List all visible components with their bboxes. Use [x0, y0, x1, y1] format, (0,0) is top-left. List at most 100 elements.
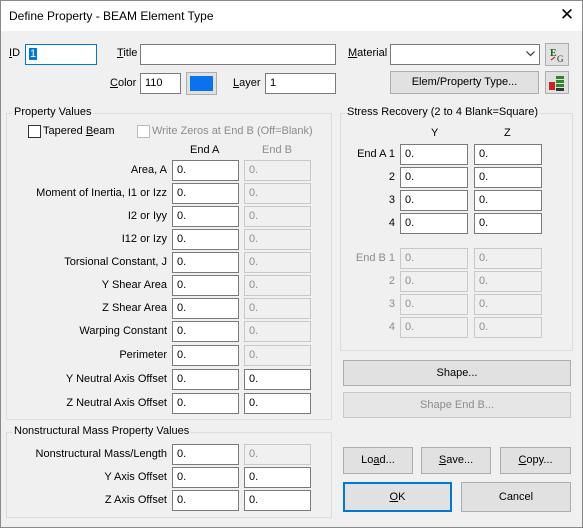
end-a-field[interactable]: 0. [172, 160, 239, 181]
end-a-field[interactable]: 0. [172, 444, 239, 465]
end-b-field[interactable]: 0. [244, 490, 311, 511]
end-a-field[interactable]: 0. [172, 490, 239, 511]
id-field[interactable]: 1 [25, 44, 97, 65]
color-swatch [190, 76, 213, 91]
tapered-beam-label: Tapered Beam [43, 125, 115, 137]
write-zeros-label: Write Zeros at End B (Off=Blank) [152, 125, 313, 137]
save-button[interactable]: Save... [421, 447, 491, 474]
end-b-field[interactable]: 0. [244, 275, 311, 296]
nonstructural-label: Y Axis Offset [104, 471, 167, 483]
stress-y-field[interactable]: 0. [400, 167, 468, 188]
end-b-field[interactable]: 0. [244, 252, 311, 273]
stress-z-field[interactable]: 0. [474, 167, 542, 188]
cancel-button[interactable]: Cancel [461, 482, 571, 512]
end-a-field[interactable]: 0. [172, 229, 239, 250]
stress-z-field[interactable]: 0. [474, 317, 542, 338]
end-b-field[interactable]: 0. [244, 467, 311, 488]
copy-button[interactable]: Copy... [500, 447, 571, 474]
end-a-point-label: End A 1 [357, 148, 395, 160]
property-label: Z Shear Area [102, 302, 167, 314]
property-label: Moment of Inertia, I1 or Izz [36, 187, 167, 199]
end-a-point-label: 2 [388, 171, 395, 183]
stress-y-field[interactable]: 0. [400, 144, 468, 165]
nonstructural-label: Nonstructural Mass/Length [35, 448, 167, 460]
end-a-field[interactable]: 0. [172, 252, 239, 273]
stress-z-field[interactable]: 0. [474, 190, 542, 211]
shape-end-b-button[interactable]: Shape End B... [343, 392, 571, 418]
stress-y-field[interactable]: 0. [400, 190, 468, 211]
id-label: ID [9, 47, 21, 59]
end-a-field[interactable]: 0. [172, 206, 239, 227]
stress-y-field[interactable]: 0. [400, 213, 468, 234]
equation-button[interactable]: E G [545, 43, 569, 66]
stress-y-field[interactable]: 0. [400, 317, 468, 338]
property-label: Warping Constant [79, 325, 167, 337]
stress-z-field[interactable]: 0. [474, 213, 542, 234]
stress-z-field[interactable]: 0. [474, 271, 542, 292]
chevron-down-icon [526, 51, 535, 57]
end-a-field[interactable]: 0. [172, 183, 239, 204]
stress-y-field[interactable]: 0. [400, 248, 468, 269]
property-grid-button[interactable] [545, 71, 569, 94]
property-label: I12 or Izy [121, 233, 167, 245]
property-grid-icon [549, 76, 564, 91]
end-b-field[interactable]: 0. [244, 393, 311, 414]
end-b-point-label: 4 [388, 321, 395, 333]
stress-z-field[interactable]: 0. [474, 294, 542, 315]
material-select[interactable] [390, 44, 540, 65]
window-title: Define Property - BEAM Element Type [9, 9, 214, 23]
property-label: Y Shear Area [101, 279, 167, 291]
stress-z-field[interactable]: 0. [474, 248, 542, 269]
nonstructural-label: Z Axis Offset [104, 494, 167, 506]
close-icon[interactable]: ✕ [555, 4, 579, 26]
stress-y-field[interactable]: 0. [400, 271, 468, 292]
end-a-field[interactable]: 0. [172, 275, 239, 296]
end-a-field[interactable]: 0. [172, 369, 239, 390]
end-b-field[interactable]: 0. [244, 206, 311, 227]
property-label: Z Neutral Axis Offset [66, 397, 167, 409]
end-a-field[interactable]: 0. [172, 345, 239, 366]
end-a-field[interactable]: 0. [172, 321, 239, 342]
property-values-title: Property Values [12, 106, 94, 118]
z-column-header: Z [504, 127, 511, 139]
property-label: I2 or Iyy [127, 210, 167, 222]
title-label: Title [117, 47, 138, 59]
color-label: Color [110, 77, 137, 89]
end-b-field[interactable]: 0. [244, 183, 311, 204]
svg-text:G: G [557, 54, 564, 64]
end-b-field[interactable]: 0. [244, 298, 311, 319]
load-button[interactable]: Load... [343, 447, 413, 474]
color-swatch-button[interactable] [186, 72, 217, 95]
end-b-point-label: End B 1 [355, 252, 395, 264]
end-b-field[interactable]: 0. [244, 369, 311, 390]
end-a-field[interactable]: 0. [172, 393, 239, 414]
property-label: Y Neutral Axis Offset [65, 373, 167, 385]
property-label: Torsional Constant, J [64, 256, 167, 268]
layer-label: Layer [233, 77, 261, 89]
color-field[interactable]: 110 [140, 73, 181, 94]
end-b-field[interactable]: 0. [244, 160, 311, 181]
stress-recovery-title: Stress Recovery (2 to 4 Blank=Square) [345, 106, 541, 118]
end-b-point-label: 2 [388, 275, 395, 287]
title-field[interactable] [140, 44, 336, 65]
write-zeros-checkbox[interactable] [137, 125, 150, 138]
end-a-field[interactable]: 0. [172, 298, 239, 319]
layer-field[interactable]: 1 [265, 73, 336, 94]
end-a-point-label: 3 [388, 194, 395, 206]
end-b-field[interactable]: 0. [244, 229, 311, 250]
ok-button[interactable]: OK [343, 482, 452, 512]
elem-property-type-button[interactable]: Elem/Property Type... [390, 71, 539, 94]
end-b-field[interactable]: 0. [244, 444, 311, 465]
stress-y-field[interactable]: 0. [400, 294, 468, 315]
svg-text:E: E [550, 48, 557, 59]
end-b-field[interactable]: 0. [244, 321, 311, 342]
tapered-beam-checkbox[interactable] [28, 125, 41, 138]
shape-button[interactable]: Shape... [343, 360, 571, 386]
stress-z-field[interactable]: 0. [474, 144, 542, 165]
property-label: Area, A [130, 164, 167, 176]
material-label: Material [348, 47, 388, 59]
end-b-field[interactable]: 0. [244, 345, 311, 366]
end-a-column-header: End A [190, 144, 220, 156]
end-a-field[interactable]: 0. [172, 467, 239, 488]
end-a-point-label: 4 [388, 217, 395, 229]
